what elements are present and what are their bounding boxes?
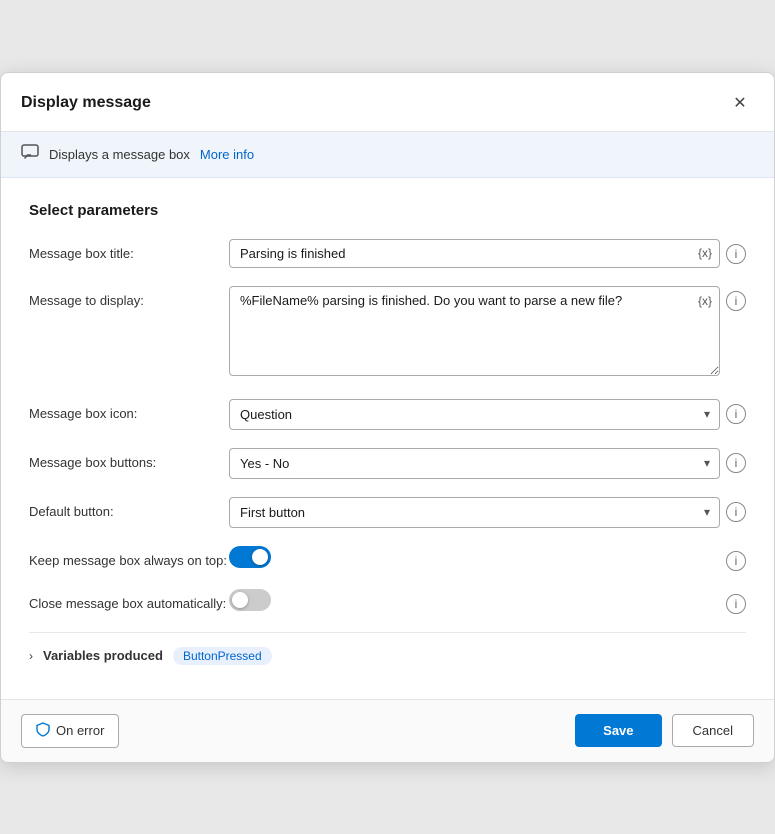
label-message-box-icon: Message box icon: xyxy=(29,399,229,421)
info-icon-close-auto[interactable]: i xyxy=(726,594,746,614)
message-box-title-input-wrap: {x} xyxy=(229,239,720,268)
cancel-button[interactable]: Cancel xyxy=(672,714,754,747)
toggle-thumb-on-top xyxy=(252,549,268,565)
variables-label: Variables produced xyxy=(43,648,163,663)
control-message-box-icon: Question Information Warning Error None … xyxy=(229,399,746,430)
message-box-buttons-select-wrap: Yes - No OK OK - Cancel Yes - No - Cance… xyxy=(229,448,720,479)
form-row-title: Message box title: {x} i xyxy=(29,239,746,268)
label-message-to-display: Message to display: xyxy=(29,286,229,308)
form-row-keep-on-top: Keep message box always on top: i xyxy=(29,546,746,571)
form-row-icon: Message box icon: Question Information W… xyxy=(29,399,746,430)
message-box-icon-select-wrap: Question Information Warning Error None … xyxy=(229,399,720,430)
form-row-buttons: Message box buttons: Yes - No OK OK - Ca… xyxy=(29,448,746,479)
info-icon-keep-on-top[interactable]: i xyxy=(726,551,746,571)
more-info-link[interactable]: More info xyxy=(200,147,254,162)
dialog-title: Display message xyxy=(21,94,151,112)
chevron-icon[interactable]: › xyxy=(29,649,33,663)
form-row-default-button: Default button: First button Second butt… xyxy=(29,497,746,528)
toggle-track-close-auto xyxy=(229,589,271,611)
info-icon-buttons[interactable]: i xyxy=(726,453,746,473)
footer-right: Save Cancel xyxy=(575,714,754,747)
control-message-to-display: %FileName% parsing is finished. Do you w… xyxy=(229,286,746,381)
form-row-close-auto: Close message box automatically: i xyxy=(29,589,746,614)
info-icon-default-button[interactable]: i xyxy=(726,502,746,522)
default-button-select-wrap: First button Second button Third button … xyxy=(229,497,720,528)
form-row-message: Message to display: %FileName% parsing i… xyxy=(29,286,746,381)
message-box-icon-select[interactable]: Question Information Warning Error None xyxy=(229,399,720,430)
message-textarea-wrap: %FileName% parsing is finished. Do you w… xyxy=(229,286,720,381)
control-default-button: First button Second button Third button … xyxy=(229,497,746,528)
variable-badge: ButtonPressed xyxy=(173,647,272,665)
info-icon-title[interactable]: i xyxy=(726,244,746,264)
control-message-box-title: {x} i xyxy=(229,239,746,268)
close-button[interactable]: ✕ xyxy=(726,89,754,117)
message-textarea[interactable]: %FileName% parsing is finished. Do you w… xyxy=(229,286,720,376)
control-message-box-buttons: Yes - No OK OK - Cancel Yes - No - Cance… xyxy=(229,448,746,479)
label-message-box-title: Message box title: xyxy=(29,239,229,261)
on-error-button[interactable]: On error xyxy=(21,714,119,748)
save-button[interactable]: Save xyxy=(575,714,661,747)
control-keep-on-top: i xyxy=(229,546,746,571)
toggle-thumb-close-auto xyxy=(232,592,248,608)
info-banner: Displays a message box More info xyxy=(1,132,774,178)
message-box-title-input[interactable] xyxy=(229,239,720,268)
label-default-button: Default button: xyxy=(29,497,229,519)
on-error-label: On error xyxy=(56,723,104,738)
label-keep-on-top: Keep message box always on top: xyxy=(29,546,229,568)
label-message-box-buttons: Message box buttons: xyxy=(29,448,229,470)
message-box-buttons-select[interactable]: Yes - No OK OK - Cancel Yes - No - Cance… xyxy=(229,448,720,479)
default-button-select[interactable]: First button Second button Third button xyxy=(229,497,720,528)
banner-text: Displays a message box xyxy=(49,147,190,162)
label-close-auto: Close message box automatically: xyxy=(29,589,229,611)
dialog-header: Display message ✕ xyxy=(1,73,774,132)
chat-icon xyxy=(21,144,39,165)
dialog-footer: On error Save Cancel xyxy=(1,699,774,762)
dialog-body: Select parameters Message box title: {x}… xyxy=(1,178,774,699)
info-icon-message[interactable]: i xyxy=(726,291,746,311)
control-close-auto: i xyxy=(229,589,746,614)
toggle-track-on-top xyxy=(229,546,271,568)
info-icon-box-icon[interactable]: i xyxy=(726,404,746,424)
shield-icon xyxy=(36,722,50,740)
close-auto-toggle-wrap xyxy=(229,589,271,611)
keep-on-top-toggle[interactable] xyxy=(229,546,271,568)
keep-on-top-toggle-wrap xyxy=(229,546,271,568)
variables-row: › Variables produced ButtonPressed xyxy=(29,632,746,675)
close-auto-toggle[interactable] xyxy=(229,589,271,611)
section-title: Select parameters xyxy=(29,202,746,219)
dialog: Display message ✕ Displays a message box… xyxy=(0,72,775,763)
